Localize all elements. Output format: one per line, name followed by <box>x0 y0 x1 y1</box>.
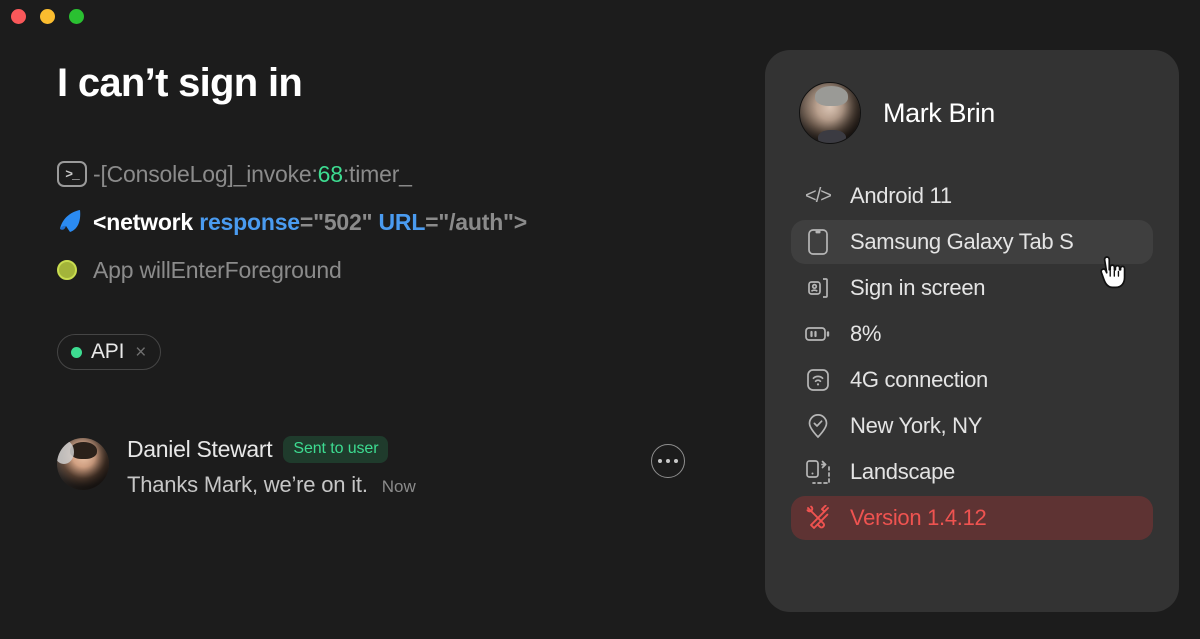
tag-list: API × <box>57 334 737 370</box>
code-icon-glyph: </> <box>805 184 832 207</box>
log-row: >_ -[ConsoleLog]_invoke:68:timer_ <box>57 158 737 190</box>
terminal-icon: >_ <box>57 161 93 187</box>
user-name: Mark Brin <box>883 97 995 128</box>
list-item-label: Android 11 <box>850 183 952 208</box>
list-item-android-version[interactable]: </> Android 11 <box>791 174 1153 218</box>
zoom-button[interactable] <box>69 9 84 24</box>
panel-user-header: Mark Brin <box>791 82 1153 144</box>
tag-status-dot-icon <box>71 346 82 358</box>
list-item-label: New York, NY <box>850 413 983 438</box>
log-segment: 68 <box>317 160 343 187</box>
close-icon[interactable]: × <box>135 343 146 362</box>
list-item-label: 4G connection <box>850 367 988 392</box>
log-text: App willEnterForeground <box>93 256 342 283</box>
device-info-panel: Mark Brin </> Android 11 Samsung Galaxy … <box>765 50 1179 612</box>
comment-text: Thanks Mark, we’re on it. <box>127 472 368 497</box>
log-text: <network response="502" URL="/auth"> <box>93 209 527 236</box>
comment: Daniel Stewart Sent to user Thanks Mark,… <box>57 436 685 498</box>
list-item-connection[interactable]: 4G connection <box>791 358 1153 402</box>
log-list: >_ -[ConsoleLog]_invoke:68:timer_ <netwo… <box>57 158 737 286</box>
wifi-icon <box>805 368 831 392</box>
rotate-icon <box>805 459 831 485</box>
list-item-label: Landscape <box>850 459 955 484</box>
tag-api[interactable]: API × <box>57 334 162 370</box>
tools-icon <box>805 505 831 531</box>
sign-in-icon <box>805 276 831 300</box>
log-segment: ="/auth"> <box>425 208 527 235</box>
page-title: I can’t sign in <box>57 61 303 105</box>
terminal-icon-glyph: >_ <box>57 161 87 187</box>
list-item-label: Samsung Galaxy Tab S <box>850 229 1074 254</box>
dot <box>674 459 678 463</box>
list-item-screen[interactable]: Sign in screen <box>791 266 1153 310</box>
list-item-label: Sign in screen <box>850 275 986 300</box>
dot <box>666 459 670 463</box>
avatar <box>57 438 109 490</box>
comment-body: Daniel Stewart Sent to user Thanks Mark,… <box>127 436 677 498</box>
avatar <box>799 82 861 144</box>
log-segment: response <box>199 208 300 235</box>
location-pin-icon <box>805 413 831 439</box>
main-content: I can’t sign in >_ -[ConsoleLog]_invoke:… <box>57 60 737 498</box>
comment-author: Daniel Stewart <box>127 436 273 462</box>
device-info-list: </> Android 11 Samsung Galaxy Tab S Sign… <box>791 174 1153 540</box>
window-controls <box>11 9 84 24</box>
log-segment: -[ConsoleLog]_invoke: <box>93 160 318 187</box>
comment-footer: Thanks Mark, we’re on it. Now <box>127 472 677 498</box>
rocket-icon <box>57 208 93 236</box>
minimize-button[interactable] <box>40 9 55 24</box>
close-button[interactable] <box>11 9 26 24</box>
app-window: I can’t sign in >_ -[ConsoleLog]_invoke:… <box>0 0 1200 639</box>
ellipsis-icon[interactable] <box>651 444 685 478</box>
comment-timestamp: Now <box>381 477 416 496</box>
list-item-label: 8% <box>850 321 882 346</box>
tag-label: API <box>91 340 125 363</box>
log-segment: :timer_ <box>342 160 412 187</box>
list-item-label: Version 1.4.12 <box>850 505 987 530</box>
status-badge: Sent to user <box>283 436 389 463</box>
log-row: <network response="502" URL="/auth"> <box>57 206 737 238</box>
list-item-location[interactable]: New York, NY <box>791 404 1153 448</box>
status-dot-icon-shape <box>57 260 77 280</box>
list-item-orientation[interactable]: Landscape <box>791 450 1153 494</box>
dot <box>658 459 662 463</box>
log-segment: ="502" <box>299 208 379 235</box>
log-segment: <network <box>93 208 200 235</box>
list-item-device[interactable]: Samsung Galaxy Tab S <box>791 220 1153 264</box>
log-segment: URL <box>378 208 426 235</box>
device-icon <box>805 229 831 255</box>
status-dot-icon <box>57 260 93 280</box>
list-item-version[interactable]: Version 1.4.12 <box>791 496 1153 540</box>
list-item-battery[interactable]: 8% <box>791 312 1153 356</box>
comment-header: Daniel Stewart Sent to user <box>127 436 677 463</box>
code-icon: </> <box>805 184 832 208</box>
battery-icon <box>805 325 831 343</box>
log-row: App willEnterForeground <box>57 254 737 286</box>
log-text: -[ConsoleLog]_invoke:68:timer_ <box>93 161 412 188</box>
